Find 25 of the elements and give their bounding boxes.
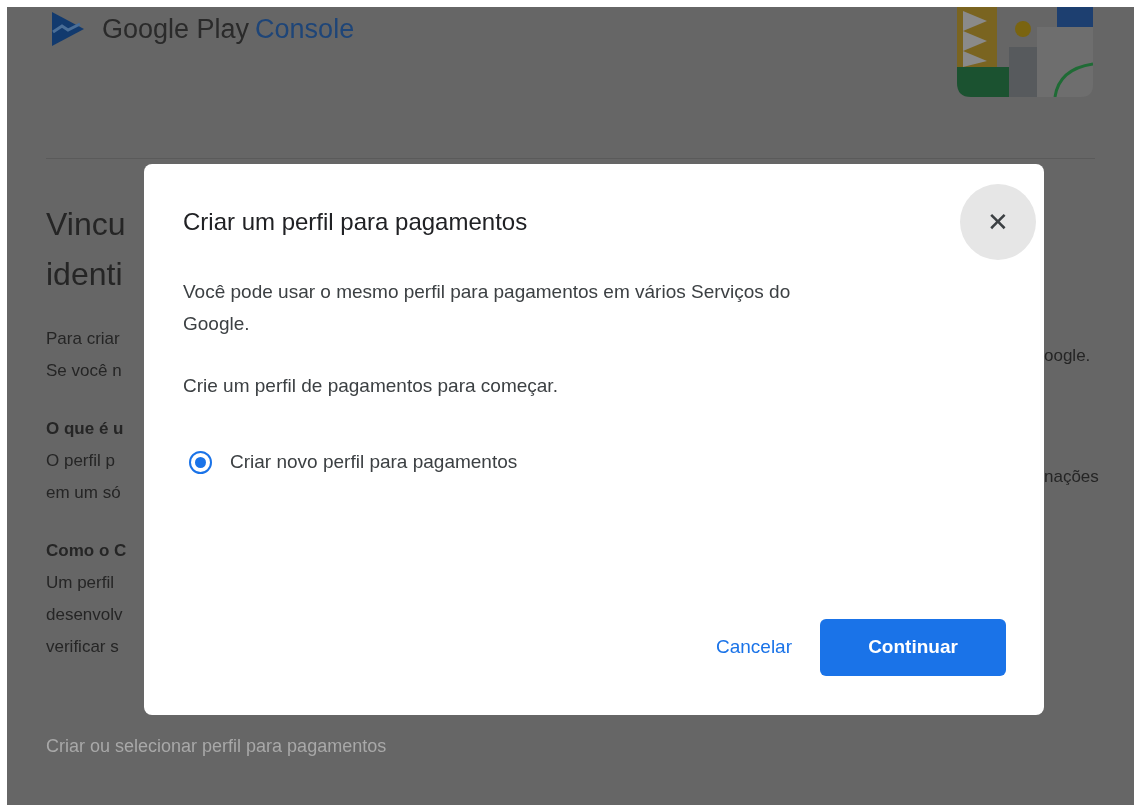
page-heading: Vincu [46,205,127,244]
body-text: Um perfil [46,572,115,594]
page-heading: identi [46,255,124,294]
product-name: Console [255,13,355,46]
section-heading: Como o C [46,540,128,562]
dialog-title: Criar um perfil para pagamentos [183,207,528,237]
body-text: O perfil p [46,450,116,472]
body-text: nações [1044,466,1100,488]
body-text: Para criar [46,328,121,350]
dialog-text: Crie um perfil de pagamentos para começar. [183,374,559,398]
cancel-button[interactable]: Cancelar [701,619,806,676]
body-text: oogle. [1044,345,1092,367]
body-text: Se você n [46,360,123,382]
body-text: verificar s [46,636,120,658]
continue-button[interactable]: Continuar [820,619,1006,676]
play-logo-icon [50,10,86,49]
section-heading: O que é u [46,418,125,440]
close-button[interactable]: ✕ [960,184,1036,260]
radio-option[interactable]: Criar novo perfil para pagamentos [189,448,1006,477]
dialog-text: Você pode usar o mesmo perfil para pagamentos em vários Serviços do Google. [183,280,792,336]
body-text: desenvolv [46,604,124,626]
radio-button[interactable] [189,450,212,474]
brand-name: Google Play [102,13,250,46]
payment-profile-link[interactable]: Criar ou selecionar perfil para pagamentos [46,733,1134,760]
body-text: em um só [46,482,122,504]
